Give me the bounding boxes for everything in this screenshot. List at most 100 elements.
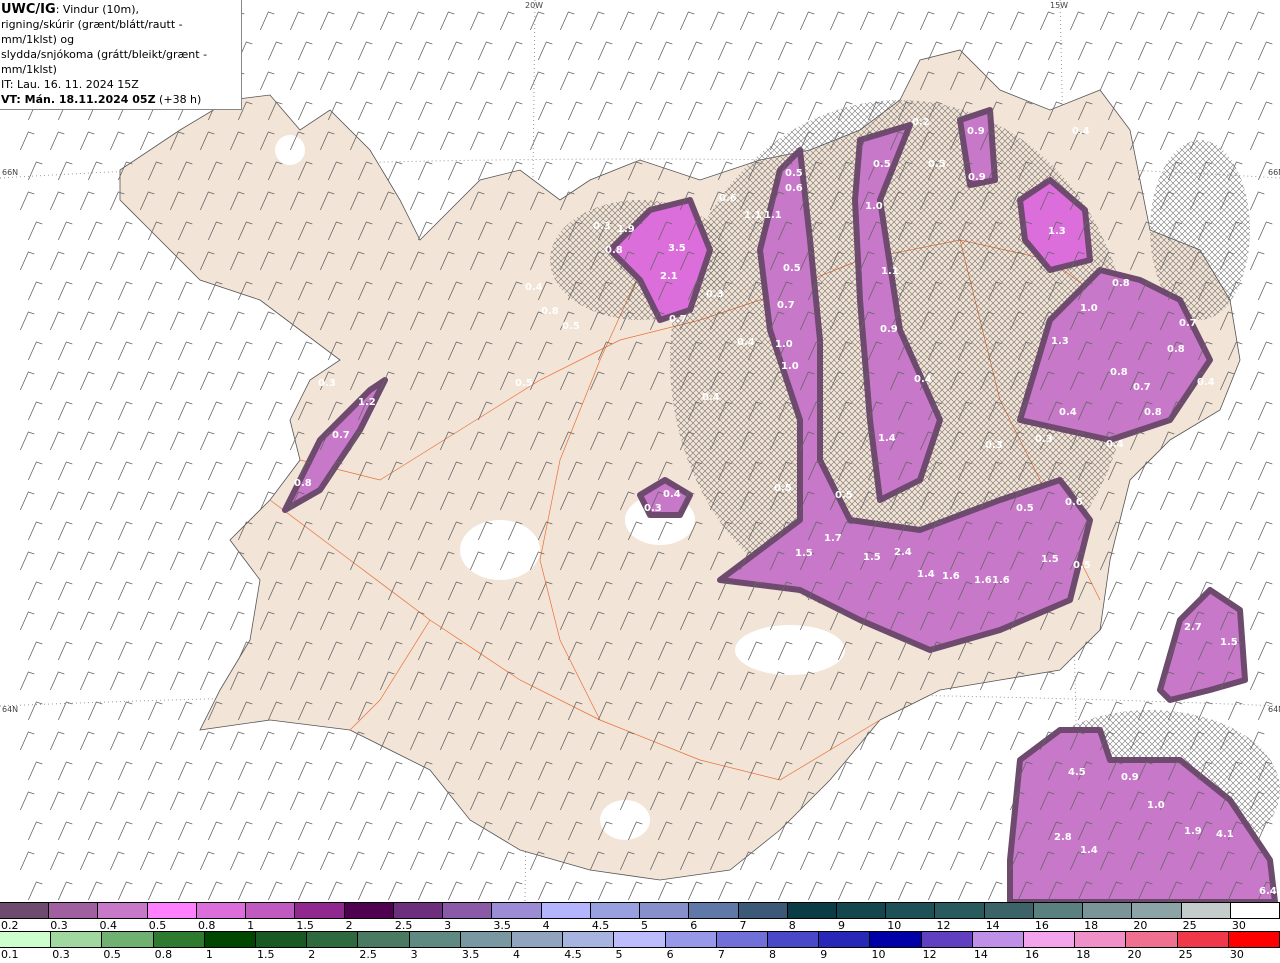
wind-barb: [1219, 431, 1235, 451]
wind-barb: [897, 41, 913, 61]
wind-barb: [1159, 611, 1175, 631]
legend-swatch: [409, 932, 461, 947]
wind-barb: [469, 131, 485, 151]
precip-value: 2.1: [660, 271, 678, 282]
wind-barb: [297, 821, 313, 841]
wind-barb: [207, 581, 223, 601]
legend-label: 1: [205, 948, 213, 961]
wind-barb: [987, 761, 1003, 781]
wind-barb: [1047, 701, 1063, 721]
precip-value: 1.9: [617, 224, 635, 235]
precip-value: 0.5: [1016, 503, 1034, 514]
wind-barb: [1197, 101, 1213, 121]
wind-barb: [1167, 101, 1183, 121]
wind-barb: [949, 791, 965, 811]
precip-value: 1.6: [974, 575, 992, 586]
wind-barb: [267, 881, 283, 901]
wind-barb: [117, 281, 133, 301]
wind-barb: [327, 761, 343, 781]
lon-label: 15W: [1050, 1, 1068, 10]
wind-barb: [859, 791, 875, 811]
wind-barb: [229, 431, 245, 451]
wind-barb: [1009, 11, 1025, 31]
wind-barb: [889, 851, 905, 871]
wind-barb: [1159, 131, 1175, 151]
wind-barb: [409, 851, 425, 871]
legend-swatch: [196, 903, 247, 918]
wind-barb: [829, 11, 845, 31]
legend-label: 4: [513, 948, 521, 961]
wind-barb: [537, 41, 553, 61]
wind-barb: [117, 821, 133, 841]
wind-barb: [19, 611, 35, 631]
wind-barb: [1129, 611, 1145, 631]
wind-barb: [417, 161, 433, 181]
lat-label: 66N: [2, 168, 18, 177]
wind-barb: [589, 11, 605, 31]
legend-swatch: [393, 903, 444, 918]
wind-barb: [687, 881, 703, 901]
precip-value: 0.4: [1059, 407, 1077, 418]
precip-value: 2.4: [894, 547, 912, 558]
wind-barb: [117, 581, 133, 601]
wind-barb: [1257, 281, 1273, 301]
legend-swatch: [1126, 932, 1178, 947]
legend-label: 3.5: [461, 948, 480, 961]
wind-barb: [49, 491, 65, 511]
wind-barb: [57, 821, 73, 841]
wind-barb: [57, 761, 73, 781]
wind-barb: [747, 101, 763, 121]
wind-barb: [57, 881, 73, 901]
precip-value: 2.8: [1054, 832, 1072, 843]
legend-swatch: [256, 932, 308, 947]
wind-barb: [109, 371, 125, 391]
wind-barb: [139, 851, 155, 871]
wind-barb: [687, 101, 703, 121]
legend-label: 0.1: [1, 948, 19, 961]
wind-barb: [147, 401, 163, 421]
wind-barb: [1249, 551, 1265, 571]
wind-barb: [49, 311, 65, 331]
wind-barb: [199, 491, 215, 511]
wind-barb: [79, 251, 95, 271]
wind-barb: [837, 41, 853, 61]
wind-barb: [237, 341, 253, 361]
precip-value: 0.3: [318, 378, 336, 389]
precip-value: 2.7: [1184, 622, 1202, 633]
precip-value: 0.5: [562, 321, 580, 332]
precip-value: 0.4: [525, 282, 543, 293]
wind-barb: [1159, 71, 1175, 91]
wind-barb: [259, 11, 275, 31]
wind-barb: [627, 101, 643, 121]
precip-value: 0.7: [777, 300, 795, 311]
wind-barb: [597, 881, 613, 901]
wind-barb: [207, 821, 223, 841]
wind-barb: [709, 11, 725, 31]
wind-barb: [207, 461, 223, 481]
legend-swatch: [984, 903, 1034, 918]
wind-barb: [439, 851, 455, 871]
wind-barb: [259, 311, 275, 331]
wind-barb: [87, 581, 103, 601]
legend-swatch: [1230, 903, 1280, 918]
wind-barb: [627, 881, 643, 901]
legend-swatch: [1083, 903, 1133, 918]
wind-barb: [619, 11, 635, 31]
wind-barb: [327, 881, 343, 901]
precip-value: 0.3: [593, 221, 611, 232]
precip-value: 1.4: [878, 433, 896, 444]
wind-barb: [357, 881, 373, 901]
wind-barb: [1159, 551, 1175, 571]
wind-barb: [319, 791, 335, 811]
precip-value: 1.7: [824, 533, 842, 544]
wind-barb: [1017, 701, 1033, 721]
wind-barb: [109, 791, 125, 811]
precip-value: 0.8: [541, 306, 559, 317]
wind-barb: [927, 761, 943, 781]
wind-barb: [169, 491, 185, 511]
legend-label: 20: [1127, 948, 1142, 961]
wind-barb: [139, 611, 155, 631]
wind-barb: [229, 491, 245, 511]
wind-barb: [1227, 461, 1243, 481]
wind-barb: [1099, 671, 1115, 691]
